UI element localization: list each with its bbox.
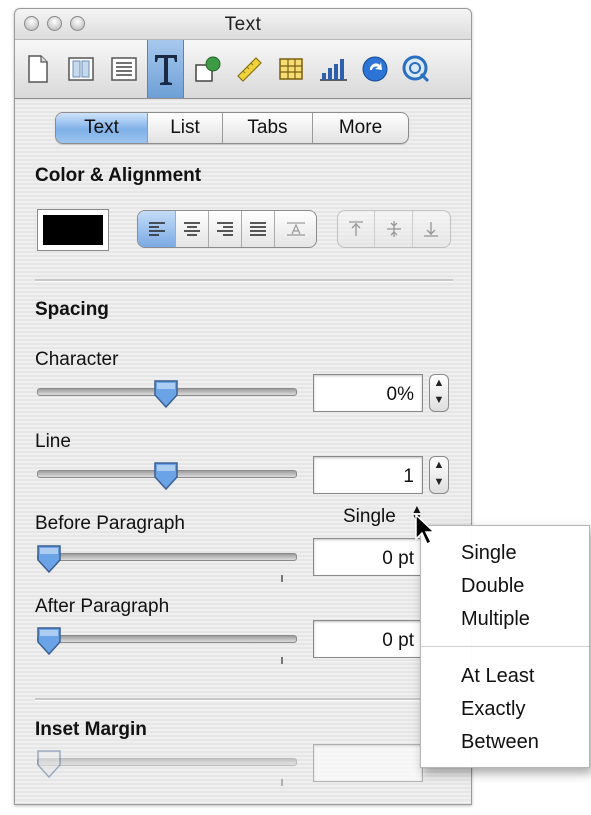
window-title: Text	[224, 14, 262, 35]
text-inspector-window: Text Text List Tabs More Color & Alignme…	[14, 8, 472, 805]
after-paragraph-label: After Paragraph	[35, 596, 170, 617]
character-stepper[interactable]: ▲ ▼	[429, 374, 449, 412]
menu-item-single[interactable]: Single	[461, 542, 517, 565]
slider-tick	[281, 657, 283, 664]
before-paragraph-label: Before Paragraph	[35, 513, 185, 534]
character-label: Character	[35, 349, 119, 370]
align-right-button[interactable]	[209, 211, 242, 247]
color-alignment-heading: Color & Alignment	[35, 165, 202, 186]
spacing-heading: Spacing	[35, 299, 109, 320]
document-inspector-button[interactable]	[19, 40, 56, 98]
align-bottom-button[interactable]	[413, 211, 450, 247]
chart-inspector-button[interactable]	[314, 40, 351, 98]
before-paragraph-slider-track[interactable]	[37, 553, 297, 561]
line-spacing-field[interactable]: 1	[313, 456, 423, 494]
ruler-icon	[236, 57, 262, 82]
align-bottom-icon	[424, 222, 439, 237]
graphic-icon	[194, 56, 220, 82]
inset-margin-field[interactable]	[313, 744, 423, 782]
align-middle-button[interactable]	[375, 211, 413, 247]
layout-inspector-button[interactable]	[62, 40, 99, 98]
line-stepper[interactable]: ▲ ▼	[429, 456, 449, 494]
after-paragraph-slider-track[interactable]	[37, 635, 297, 643]
menu-item-double[interactable]: Double	[461, 575, 524, 598]
slider-thumb[interactable]	[34, 543, 64, 575]
tab-text[interactable]: Text	[56, 113, 148, 143]
before-paragraph-field[interactable]: 0 pt	[313, 538, 423, 576]
slider-tick	[281, 779, 283, 786]
inspector-toolbar	[15, 39, 471, 99]
divider	[35, 698, 453, 701]
align-middle-icon	[386, 221, 401, 237]
quicktime-icon	[402, 55, 429, 83]
divider	[35, 279, 453, 282]
align-center-icon	[184, 222, 200, 236]
quicktime-inspector-button[interactable]	[397, 40, 434, 98]
justify-button[interactable]	[242, 211, 275, 247]
auto-align-icon	[286, 222, 305, 236]
menu-item-at-least[interactable]: At Least	[461, 665, 534, 688]
slider-tick	[281, 575, 283, 582]
hyperlink-icon	[362, 56, 387, 82]
metrics-inspector-button[interactable]	[230, 40, 267, 98]
slider-thumb[interactable]	[34, 625, 64, 657]
inset-margin-slider-track[interactable]	[37, 758, 297, 766]
justify-icon	[250, 222, 266, 236]
text-inspector-button[interactable]	[147, 40, 184, 98]
text-color-fill	[43, 215, 103, 245]
hyperlink-inspector-button[interactable]	[356, 40, 393, 98]
horizontal-alignment-group	[137, 210, 317, 248]
menu-item-between[interactable]: Between	[461, 731, 539, 754]
text-color-well[interactable]	[37, 209, 109, 251]
vertical-alignment-group	[337, 210, 451, 248]
tab-more[interactable]: More	[313, 113, 408, 143]
document-icon	[27, 55, 48, 83]
graphic-inspector-button[interactable]	[189, 40, 226, 98]
menu-item-exactly[interactable]: Exactly	[461, 698, 525, 721]
mouse-pointer-icon	[415, 513, 436, 546]
layout-icon	[67, 57, 94, 81]
align-top-icon	[349, 221, 364, 236]
text-icon	[154, 55, 177, 85]
slider-thumb[interactable]	[34, 748, 64, 780]
menu-item-multiple[interactable]: Multiple	[461, 608, 530, 631]
text-tab-bar: Text List Tabs More	[55, 112, 409, 144]
menu-separator	[421, 646, 589, 647]
align-left-icon	[148, 222, 165, 236]
character-spacing-field[interactable]: 0%	[313, 374, 423, 412]
auto-align-button[interactable]	[275, 211, 316, 247]
line-spacing-mode-popup[interactable]: Single	[343, 506, 396, 528]
line-label: Line	[35, 431, 71, 452]
wrap-icon	[110, 57, 137, 81]
inset-margin-heading: Inset Margin	[35, 719, 147, 740]
table-inspector-button[interactable]	[272, 40, 309, 98]
tab-tabs[interactable]: Tabs	[223, 113, 313, 143]
align-left-button[interactable]	[138, 211, 176, 247]
line-spacing-menu: Single Double Multiple At Least Exactly …	[420, 525, 590, 768]
wrap-inspector-button[interactable]	[105, 40, 142, 98]
align-top-button[interactable]	[338, 211, 376, 247]
after-paragraph-field[interactable]: 0 pt	[313, 620, 423, 658]
align-center-button[interactable]	[176, 211, 209, 247]
chart-icon	[319, 59, 347, 81]
slider-thumb[interactable]	[151, 460, 181, 492]
tab-list[interactable]: List	[148, 113, 223, 143]
title-bar[interactable]: Text	[15, 9, 471, 39]
table-icon	[278, 58, 303, 80]
slider-thumb[interactable]	[151, 378, 181, 410]
align-right-icon	[217, 222, 233, 236]
